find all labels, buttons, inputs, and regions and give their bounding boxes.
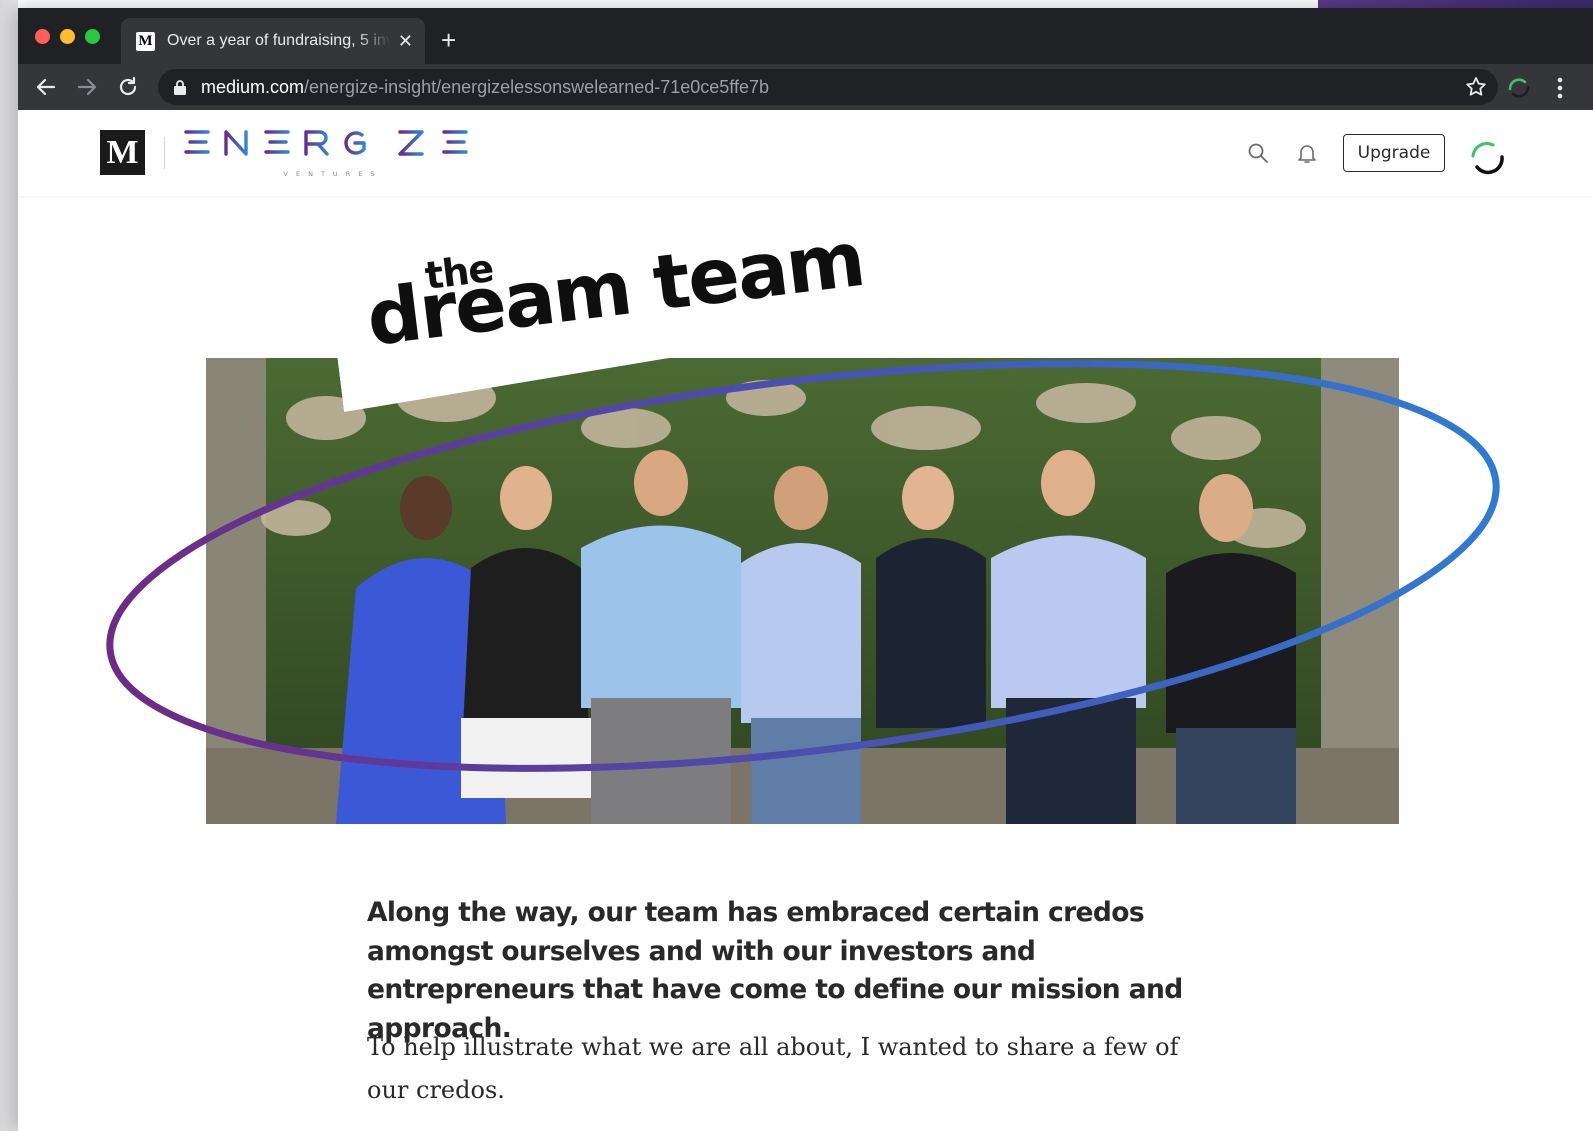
forward-arrow-icon[interactable]: [75, 75, 99, 99]
url-domain: medium.com: [201, 76, 305, 97]
lock-icon: [174, 80, 186, 95]
tab-active[interactable]: M Over a year of fundraising, 5 investme…: [121, 18, 425, 64]
maximize-window-button[interactable]: [85, 29, 100, 44]
tab-strip: M Over a year of fundraising, 5 investme…: [18, 8, 1593, 64]
desktop-background: [1318, 0, 1593, 8]
close-icon[interactable]: ✕: [398, 32, 413, 50]
article-body-paragraph: To help illustrate what we are all about…: [367, 1033, 1179, 1104]
extension-icon[interactable]: [1505, 74, 1533, 102]
more-vertical-icon[interactable]: [1555, 75, 1565, 101]
plus-icon[interactable]: +: [441, 27, 456, 53]
search-icon[interactable]: [1246, 141, 1270, 165]
tab-title: Over a year of fundraising, 5 investment…: [167, 32, 390, 49]
close-window-button[interactable]: [35, 29, 50, 44]
back-arrow-icon[interactable]: [34, 75, 58, 99]
team-photo: [206, 358, 1399, 824]
article-lead-paragraph: Along the way, our team has embraced cer…: [367, 897, 1183, 1044]
url-path: /energize-insight/energizelessonswelearn…: [304, 76, 770, 97]
ventures-wordmark: VENTURES: [284, 170, 383, 178]
bookmark-star-icon[interactable]: [1464, 75, 1488, 99]
energize-logo[interactable]: VENTURES: [182, 124, 482, 182]
logo-divider: [164, 137, 165, 169]
web-page: M VENTURES Upgrade the dream team Along …: [18, 110, 1593, 1131]
hero-image: the dream team: [18, 196, 1593, 856]
minimize-window-button[interactable]: [60, 29, 75, 44]
upgrade-button[interactable]: Upgrade: [1343, 134, 1445, 172]
address-bar[interactable]: medium.com/energize-insight/energizeless…: [158, 69, 1498, 105]
medium-logo[interactable]: M: [100, 130, 145, 175]
browser-window: M Over a year of fundraising, 5 investme…: [18, 8, 1593, 1131]
bell-icon[interactable]: [1295, 141, 1319, 165]
avatar[interactable]: [1465, 135, 1511, 181]
site-header: M VENTURES Upgrade: [18, 110, 1593, 196]
browser-toolbar: medium.com/energize-insight/energizeless…: [18, 64, 1593, 110]
reload-icon[interactable]: [116, 75, 140, 99]
medium-favicon-icon: M: [136, 31, 155, 51]
